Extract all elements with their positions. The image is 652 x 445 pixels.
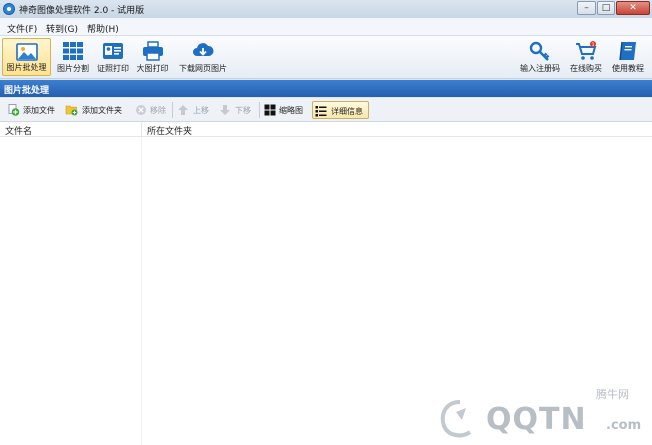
file-list[interactable]: 文件名 所在文件夹 腾牛网 QQTN .com bbox=[0, 122, 652, 445]
menu-help[interactable]: 帮助(H) bbox=[87, 22, 119, 35]
tool-enter-license[interactable]: 输入注册码 bbox=[516, 38, 564, 76]
toolbar-separator bbox=[259, 102, 260, 118]
tool-label: 大图打印 bbox=[136, 64, 169, 73]
watermark-cn: 腾牛网 bbox=[596, 388, 629, 401]
watermark-brand: QQTN bbox=[486, 402, 587, 437]
tool-label: 使用教程 bbox=[612, 64, 644, 73]
minimize-button[interactable]: – bbox=[577, 1, 596, 15]
column-divider bbox=[141, 137, 142, 445]
add-file-icon bbox=[8, 104, 20, 116]
column-header-label: 所在文件夹 bbox=[147, 127, 193, 137]
details-view-button[interactable]: 详细信息 bbox=[312, 101, 369, 119]
tool-tutorial[interactable]: 使用教程 bbox=[608, 38, 648, 76]
main-toolbar: 图片批处理 图片分割 证照打印 大图打印 下载网页图片 输入注册码 1 在线购买… bbox=[0, 36, 652, 79]
cloud-download-icon bbox=[193, 43, 214, 56]
action-label: 移除 bbox=[150, 106, 166, 115]
watermark-domain: .com bbox=[606, 418, 642, 433]
section-title: 图片批处理 bbox=[4, 86, 50, 96]
action-bar: 添加文件 添加文件夹 移除 上移 下移 缩略图 详细信息 bbox=[0, 98, 652, 122]
tool-buy-online[interactable]: 1 在线购买 bbox=[566, 38, 606, 76]
cart-badge: 1 bbox=[592, 42, 595, 48]
tool-id-photo-print[interactable]: 证照打印 bbox=[94, 38, 132, 76]
add-folder-icon bbox=[65, 105, 78, 116]
tool-label: 图片分割 bbox=[57, 64, 89, 73]
id-card-icon bbox=[103, 43, 123, 59]
tool-label: 在线购买 bbox=[570, 64, 602, 73]
key-icon bbox=[529, 41, 550, 61]
tool-large-print[interactable]: 大图打印 bbox=[133, 38, 172, 76]
thumbnail-icon bbox=[264, 104, 276, 116]
action-label: 详细信息 bbox=[331, 107, 363, 116]
menu-goto[interactable]: 转到(G) bbox=[46, 22, 78, 35]
menu-file[interactable]: 文件(F) bbox=[7, 22, 37, 35]
tool-label: 图片批处理 bbox=[6, 63, 47, 72]
tool-label: 输入注册码 bbox=[520, 64, 560, 73]
thumbnail-view-button[interactable]: 缩略图 bbox=[262, 101, 310, 119]
app-logo-icon bbox=[3, 3, 15, 15]
details-list-icon bbox=[315, 106, 327, 117]
printer-icon bbox=[142, 41, 163, 61]
cart-icon: 1 bbox=[576, 41, 597, 60]
tool-split-image[interactable]: 图片分割 bbox=[53, 38, 93, 76]
column-header-folder[interactable]: 所在文件夹 bbox=[142, 122, 652, 137]
column-header-label: 文件名 bbox=[5, 127, 33, 137]
add-folder-button[interactable]: 添加文件夹 bbox=[62, 101, 128, 119]
column-header-filename[interactable]: 文件名 bbox=[0, 122, 142, 137]
tool-download-web-images[interactable]: 下载网页图片 bbox=[174, 38, 232, 76]
toolbar-separator bbox=[172, 102, 173, 118]
image-icon bbox=[15, 43, 38, 61]
window-title: 神奇图像处理软件 2.0 - 试用版 bbox=[19, 6, 145, 16]
arrow-down-icon bbox=[220, 105, 230, 115]
book-icon bbox=[619, 41, 636, 61]
action-label: 添加文件 bbox=[23, 106, 55, 115]
move-up-button[interactable]: 上移 bbox=[175, 101, 215, 119]
remove-button[interactable]: 移除 bbox=[133, 101, 171, 119]
action-label: 上移 bbox=[193, 106, 209, 115]
move-down-button[interactable]: 下移 bbox=[217, 101, 257, 119]
watermark-logo-icon bbox=[440, 400, 472, 438]
add-file-button[interactable]: 添加文件 bbox=[6, 101, 60, 119]
action-label: 添加文件夹 bbox=[82, 106, 122, 115]
action-label: 下移 bbox=[235, 106, 251, 115]
arrow-up-icon bbox=[178, 105, 188, 115]
section-header: 图片批处理 bbox=[0, 80, 652, 97]
remove-icon bbox=[136, 105, 146, 115]
title-bar: 神奇图像处理软件 2.0 - 试用版 – □ ✕ bbox=[0, 0, 652, 18]
watermark: 腾牛网 QQTN .com bbox=[436, 386, 646, 441]
tool-batch-image[interactable]: 图片批处理 bbox=[2, 38, 51, 76]
tool-label: 下载网页图片 bbox=[179, 64, 227, 73]
grid-icon bbox=[63, 42, 83, 60]
menu-bar: 文件(F) 转到(G) 帮助(H) bbox=[0, 18, 652, 36]
close-button[interactable]: ✕ bbox=[616, 1, 650, 15]
action-label: 缩略图 bbox=[279, 106, 303, 115]
maximize-button[interactable]: □ bbox=[597, 1, 615, 15]
tool-label: 证照打印 bbox=[97, 64, 129, 73]
